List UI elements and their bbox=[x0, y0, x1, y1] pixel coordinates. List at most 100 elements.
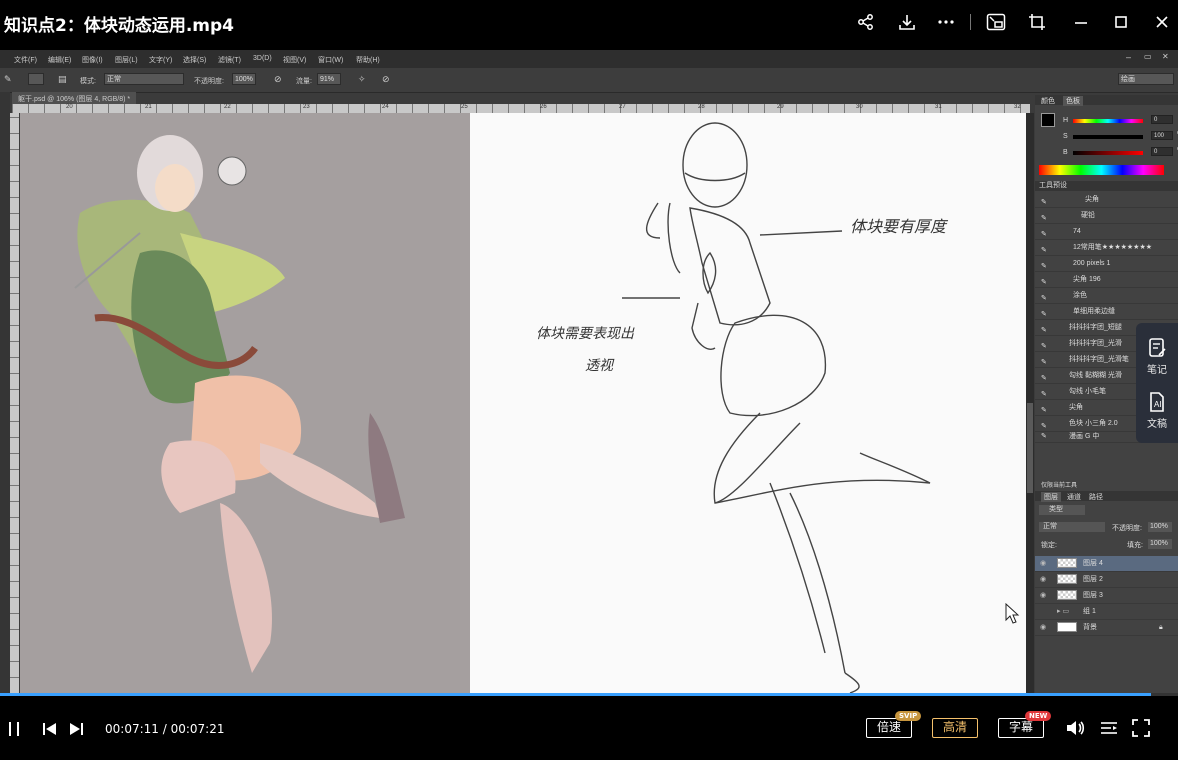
ruler-number: 25 bbox=[461, 104, 468, 110]
pause-icon bbox=[9, 722, 19, 736]
color-spectrum bbox=[1039, 165, 1164, 175]
figure-sketch bbox=[622, 122, 931, 694]
brush-size-picker bbox=[28, 73, 44, 85]
airbrush-icon: ✧ bbox=[358, 74, 366, 84]
mode-label: 模式: bbox=[80, 78, 96, 85]
layer-row: ◉ 图层 3 bbox=[1035, 588, 1178, 604]
preset-label: 尖角 bbox=[1085, 196, 1099, 203]
foreground-swatch bbox=[1041, 113, 1055, 127]
next-button[interactable] bbox=[68, 720, 86, 738]
brush-icon: ✎ bbox=[1041, 423, 1047, 430]
brightness-row: B 0 % bbox=[1063, 147, 1178, 157]
brightness-slider bbox=[1073, 151, 1143, 155]
download-icon[interactable] bbox=[897, 12, 917, 32]
b-label: B bbox=[1063, 149, 1068, 156]
time-display: 00:07:11 / 00:07:21 bbox=[105, 722, 224, 736]
playlist-button[interactable] bbox=[1098, 718, 1120, 738]
brush-icon: ✎ bbox=[1041, 199, 1047, 206]
layer-name: 图层 2 bbox=[1083, 576, 1103, 583]
ps-restore-icon: ▭ bbox=[1144, 52, 1152, 61]
minimize-icon[interactable] bbox=[1071, 12, 1091, 32]
mouse-cursor-icon bbox=[1005, 603, 1020, 624]
tab-channels: 通道 bbox=[1067, 494, 1081, 501]
sketch-canvas[interactable]: 体块要有厚度 体块需要表现出 透视 bbox=[470, 113, 1026, 694]
ruler-number: 24 bbox=[382, 104, 389, 110]
preset-item: ✎ 12常用笔★★★★★★★★ bbox=[1035, 240, 1178, 256]
svg-text:AI: AI bbox=[1154, 400, 1162, 409]
crop-icon[interactable] bbox=[1027, 12, 1047, 32]
workspace-select: 绘画 bbox=[1118, 73, 1174, 85]
ruler-number: 29 bbox=[777, 104, 784, 110]
ps-menu-item: 3D(D) bbox=[253, 55, 272, 62]
tab-layers: 图层 bbox=[1041, 492, 1061, 502]
subtitle-button[interactable]: 字幕 NEW bbox=[998, 711, 1052, 738]
eye-icon: ◉ bbox=[1040, 560, 1047, 567]
preset-label: 尖角 bbox=[1069, 404, 1083, 411]
lock-icon: 🔒︎ bbox=[1159, 624, 1163, 631]
layer-row: ▸ ▭ 组 1 bbox=[1035, 604, 1178, 620]
preset-item: ✎ 尖角 196 bbox=[1035, 272, 1178, 288]
pause-button[interactable] bbox=[6, 720, 22, 738]
video-frame[interactable]: 文件(F) 编辑(E) 图像(I) 图层(L) 文字(Y) 选择(S) 滤镜(T… bbox=[0, 50, 1178, 694]
layer-opacity-field: 100% bbox=[1148, 522, 1172, 532]
brush-icon: ✎ bbox=[1041, 231, 1047, 238]
mode-select: 正常 bbox=[104, 73, 184, 85]
ps-horizontal-ruler: 20 21 22 23 24 25 26 27 28 29 30 31 32 bbox=[12, 104, 1030, 113]
side-tool-panel: 笔记 AI 文稿 bbox=[1136, 323, 1178, 443]
pressure-size-icon: ⊘ bbox=[382, 74, 390, 84]
volume-icon bbox=[1067, 721, 1085, 735]
brush-icon: ✎ bbox=[1041, 279, 1047, 286]
b-value: 0 bbox=[1151, 147, 1173, 156]
hue-slider bbox=[1073, 119, 1143, 123]
new-badge: NEW bbox=[1025, 711, 1052, 721]
player-controls: 00:07:11 / 00:07:21 倍速 SVIP 高清 字幕 NEW bbox=[0, 696, 1178, 760]
quality-button[interactable]: 高清 bbox=[932, 718, 978, 738]
fullscreen-button[interactable] bbox=[1131, 718, 1151, 738]
preset-label: 抖抖抖字团_光滑 bbox=[1069, 340, 1122, 347]
opacity-field: 100% bbox=[232, 73, 256, 85]
speed-label: 倍速 bbox=[876, 720, 901, 734]
tool-presets-title: 工具预设 bbox=[1035, 181, 1178, 191]
brush-tool-icon: ✎ bbox=[4, 74, 12, 84]
close-icon[interactable] bbox=[1152, 12, 1172, 32]
ruler-number: 22 bbox=[224, 104, 231, 110]
layer-name: 图层 3 bbox=[1083, 592, 1103, 599]
layer-thumbnail bbox=[1057, 558, 1077, 568]
title-bar: 知识点2：体块动态运用.mp4 bbox=[0, 0, 1178, 44]
preset-item: ✎ 涂色 bbox=[1035, 288, 1178, 304]
sketch-note-line2: 透视 bbox=[585, 358, 613, 374]
ps-vertical-ruler bbox=[10, 113, 19, 694]
transcript-button[interactable]: AI 文稿 bbox=[1136, 391, 1178, 430]
layer-thumbnail bbox=[1057, 622, 1077, 632]
share-icon[interactable] bbox=[856, 12, 876, 32]
notes-button[interactable]: 笔记 bbox=[1136, 337, 1178, 376]
brush-icon: ✎ bbox=[1041, 359, 1047, 366]
current-time: 00:07:11 bbox=[105, 722, 159, 736]
flow-label: 流量: bbox=[296, 78, 312, 85]
ps-menu-item: 文字(Y) bbox=[149, 57, 173, 64]
ruler-number: 32 bbox=[1014, 104, 1021, 110]
brush-icon: ✎ bbox=[1041, 407, 1047, 414]
ruler-number: 20 bbox=[66, 104, 73, 110]
layer-lock-label: 锁定: bbox=[1041, 542, 1057, 549]
flow-field: 91% bbox=[317, 73, 341, 85]
more-icon[interactable] bbox=[936, 12, 956, 32]
maximize-icon[interactable] bbox=[1111, 12, 1131, 32]
ruler-number: 23 bbox=[303, 104, 310, 110]
preset-item: ✎ 尖角 bbox=[1035, 192, 1178, 208]
skip-next-icon bbox=[70, 723, 83, 735]
fullscreen-icon bbox=[1132, 719, 1150, 737]
previous-button[interactable] bbox=[40, 720, 58, 738]
preset-item: ✎ 200 pixels 1 bbox=[1035, 256, 1178, 272]
volume-button[interactable] bbox=[1064, 718, 1086, 738]
preset-label: 勾线 黏糊糊 光滑 bbox=[1069, 372, 1122, 379]
saturation-slider bbox=[1073, 135, 1143, 139]
pressure-opacity-icon: ⊘ bbox=[274, 74, 282, 84]
preset-label: 200 pixels 1 bbox=[1073, 260, 1111, 267]
folder-icon: ▸ ▭ bbox=[1057, 608, 1070, 615]
picture-in-picture-icon[interactable] bbox=[986, 12, 1006, 32]
speed-button[interactable]: 倍速 SVIP bbox=[866, 711, 922, 738]
layer-filter-select: 类型 bbox=[1039, 505, 1085, 515]
ps-menu-item: 图层(L) bbox=[115, 57, 138, 64]
eye-icon: ◉ bbox=[1040, 592, 1047, 599]
